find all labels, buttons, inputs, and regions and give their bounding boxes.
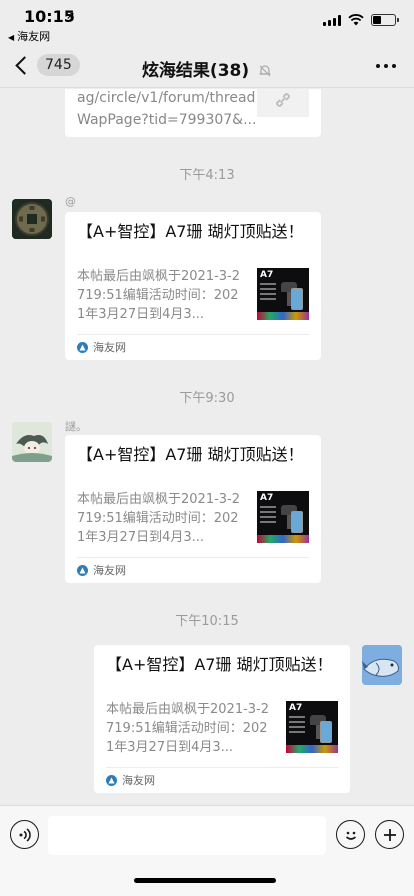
battery-icon <box>371 14 399 26</box>
link-title: 【A+智控】A7珊 瑚灯顶贴送！ <box>77 445 304 464</box>
link-title: 【A+智控】A7珊 瑚灯顶贴送！ <box>106 655 333 674</box>
thumb-label: A7 <box>260 493 274 503</box>
coin-avatar-image <box>12 199 52 239</box>
link-source: 海友网 <box>106 772 155 788</box>
link-card[interactable]: 【A+智控】A7珊 瑚灯顶贴送！ 本帖最后由飒枫于2021-3-2719:51编… <box>65 435 321 583</box>
plus-button[interactable] <box>375 820 404 849</box>
chat-title-wrap: 炫海结果(38) <box>0 56 414 81</box>
back-to-app-link[interactable]: ◀ 海友网 <box>8 28 50 44</box>
status-indicators <box>323 14 399 26</box>
sender-name: 謎。 <box>65 420 87 433</box>
link-card-partial[interactable]: ag/circle/v1/forum/thread WapPage?tid=79… <box>65 89 321 137</box>
source-name: 海友网 <box>93 564 126 577</box>
card-divider <box>106 767 338 768</box>
emoji-button[interactable] <box>336 820 365 849</box>
chat-title: 炫海结果(38) <box>141 61 250 81</box>
avatar[interactable] <box>12 422 52 462</box>
source-name: 海友网 <box>93 341 126 354</box>
card-divider <box>77 557 309 558</box>
link-thumbnail: A7 <box>257 268 309 320</box>
source-logo-icon <box>77 564 88 576</box>
link-description: 本帖最后由飒枫于2021-3-2719:51编辑活动时间：2021年3月27日到… <box>77 492 241 545</box>
timestamp: 下午10:15 <box>175 614 239 629</box>
link-card[interactable]: 【A+智控】A7珊 瑚灯顶贴送！ 本帖最后由飒枫于2021-3-2719:51编… <box>65 212 321 360</box>
link-card-self[interactable]: 【A+智控】A7珊 瑚灯顶贴送！ 本帖最后由飒枫于2021-3-2719:51编… <box>94 645 350 793</box>
signal-icon <box>323 14 341 26</box>
link-icon <box>276 93 290 107</box>
link-description: 本帖最后由飒枫于2021-3-2719:51编辑活动时间：2021年3月27日到… <box>106 702 270 755</box>
timestamp: 下午9:30 <box>179 391 235 406</box>
link-source: 海友网 <box>77 339 126 355</box>
back-app-label: 海友网 <box>17 30 51 43</box>
self-avatar[interactable] <box>362 645 402 685</box>
message-input[interactable] <box>48 816 326 855</box>
thumb-label: A7 <box>260 270 274 280</box>
fish-avatar-image <box>362 645 402 685</box>
thumb-label: A7 <box>289 703 303 713</box>
emoji-icon <box>345 831 356 840</box>
sender-name: @ <box>65 195 76 208</box>
voice-icon <box>19 827 31 842</box>
cartoon-avatar-image <box>12 422 52 462</box>
card-divider <box>77 334 309 335</box>
source-name: 海友网 <box>122 774 155 787</box>
link-thumbnail: A7 <box>286 701 338 753</box>
message-list[interactable]: ag/circle/v1/forum/thread WapPage?tid=79… <box>0 89 414 805</box>
source-logo-icon <box>77 341 88 353</box>
link-source: 海友网 <box>77 562 126 578</box>
status-bar: 10:15 ➚ ◀ 海友网 <box>0 0 414 44</box>
link-thumb <box>257 89 309 117</box>
location-arrow-icon: ➚ <box>66 9 76 22</box>
more-dots-icon[interactable] <box>376 64 396 68</box>
voice-button[interactable] <box>10 820 39 849</box>
link-url-line: ag/circle/v1/forum/thread <box>77 90 256 106</box>
back-triangle-icon: ◀ <box>8 33 15 42</box>
link-url-line: WapPage?tid=799307&... <box>77 112 257 128</box>
link-title: 【A+智控】A7珊 瑚灯顶贴送！ <box>77 222 304 241</box>
avatar[interactable] <box>12 199 52 239</box>
wifi-icon <box>348 14 364 26</box>
home-indicator[interactable] <box>134 878 276 883</box>
mute-bell-icon <box>259 65 271 77</box>
link-thumbnail: A7 <box>257 491 309 543</box>
source-logo-icon <box>106 774 117 786</box>
timestamp: 下午4:13 <box>179 168 235 183</box>
link-description: 本帖最后由飒枫于2021-3-2719:51编辑活动时间：2021年3月27日到… <box>77 269 241 322</box>
chat-header: 745 炫海结果(38) <box>0 44 414 88</box>
plus-icon <box>383 828 396 841</box>
